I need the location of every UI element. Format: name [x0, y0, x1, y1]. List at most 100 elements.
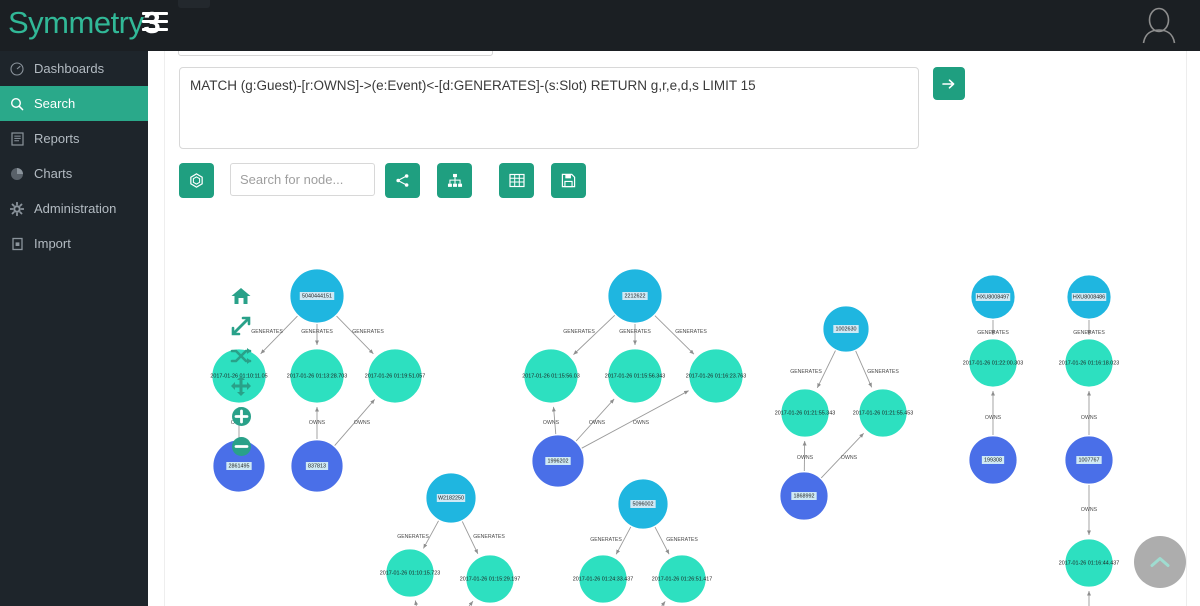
graph-edge-label: OWNS — [985, 415, 1002, 421]
graph-node-label: 5096002 — [633, 501, 654, 507]
node-search-input[interactable] — [230, 163, 375, 196]
graph-node[interactable]: 2017-01-26 01:10:15.723 — [380, 548, 441, 598]
graph-edge-label: GENERATES — [977, 330, 1009, 336]
sidebar-item-search[interactable]: Search — [0, 86, 148, 121]
shuffle-relayout-icon[interactable] — [227, 343, 255, 369]
graph-node[interactable]: 2017-01-26 01:22:00.303 — [963, 338, 1024, 388]
graph-node-label: 2017-01-26 01:13:28.703 — [287, 373, 348, 379]
graph-edge — [660, 601, 666, 606]
sidebar-item-dashboards[interactable]: Dashboards — [0, 51, 148, 86]
graph-node[interactable]: 2017-01-26 01:16:44.437 — [1059, 538, 1120, 588]
graph-node[interactable]: 2017-01-26 01:21:55.343 — [775, 388, 836, 438]
hamburger-bar — [142, 12, 168, 15]
home-reset-icon[interactable] — [227, 283, 255, 309]
graph-node-label: 2017-01-26 01:21:55.343 — [775, 410, 836, 416]
sitemap-icon — [447, 173, 462, 187]
graph-node[interactable]: HXU8008486 — [1066, 274, 1112, 320]
graph-node[interactable]: 1002630 — [822, 305, 870, 353]
dashboard-icon — [0, 61, 34, 76]
graph-node[interactable]: 2017-01-26 01:13:28.703 — [287, 348, 348, 404]
save-button[interactable] — [551, 163, 586, 198]
sidebar-item-label: Administration — [34, 201, 117, 216]
graph-view-button[interactable] — [179, 163, 214, 198]
table-view-button[interactable] — [499, 163, 534, 198]
brand-primary-text: Symmetry — [8, 5, 144, 40]
share-button[interactable] — [385, 163, 420, 198]
scroll-to-top-button[interactable] — [1134, 536, 1186, 588]
run-query-button[interactable] — [933, 67, 965, 100]
graph-edge-label: GENERATES — [352, 329, 384, 335]
import-icon — [0, 237, 34, 251]
zoom-out-icon[interactable] — [227, 433, 255, 459]
graph-node[interactable]: 2017-01-26 01:15:56.343 — [605, 348, 666, 404]
cypher-query-input[interactable]: MATCH (g:Guest)-[r:OWNS]->(e:Event)<-[d:… — [179, 67, 919, 149]
graph-node[interactable]: 2017-01-26 01:26:51.417 — [652, 554, 713, 604]
graph-edge-label: OWNS — [633, 420, 650, 426]
graph-node-label: 1007767 — [1079, 457, 1100, 463]
graph-node[interactable]: W2182250 — [425, 472, 477, 524]
graph-node[interactable]: 2017-01-26 01:15:29.197 — [460, 554, 521, 604]
graph-node-label: 1002630 — [836, 326, 857, 332]
graph-node[interactable]: 1868992 — [779, 471, 829, 521]
app-brand-logo[interactable]: Symmetry3 — [8, 4, 161, 42]
graph-node[interactable]: 837813 — [290, 439, 344, 493]
graph-edge-label: OWNS — [309, 420, 326, 426]
graph-node[interactable]: 199308 — [968, 435, 1018, 485]
graph-node-label: 2017-01-26 01:24:33.437 — [573, 576, 634, 582]
graph-node[interactable]: 1996202 — [531, 434, 585, 488]
graph-visualization-canvas[interactable]: GENERATES GENERATES GENERATES OWNS OWNS OWNS G… — [179, 211, 1187, 606]
zoom-in-icon[interactable] — [227, 403, 255, 429]
graph-node[interactable]: 2017-01-26 01:16:18.023 — [1059, 338, 1120, 388]
graph-node[interactable]: 5096002 — [617, 478, 669, 530]
sidebar-item-reports[interactable]: Reports — [0, 121, 148, 156]
graph-node-label: 2017-01-26 01:15:56.343 — [605, 373, 666, 379]
share-nodes-icon — [396, 174, 409, 187]
graph-node-label: 5040444151 — [302, 293, 332, 299]
graph-node-label: 2017-01-26 01:16:44.437 — [1059, 560, 1120, 566]
sidebar-item-import[interactable]: Import — [0, 226, 148, 261]
hierarchy-button[interactable] — [437, 163, 472, 198]
graph-node-label: W2182250 — [438, 495, 464, 501]
graph-edge-label: GENERATES — [473, 534, 505, 540]
sidebar-item-label: Reports — [34, 131, 80, 146]
graph-node[interactable]: 2017-01-26 01:15:56.03 — [522, 348, 580, 404]
expand-fullscreen-icon[interactable] — [227, 313, 255, 339]
sidebar-item-charts[interactable]: Charts — [0, 156, 148, 191]
graph-edge-label: GENERATES — [590, 537, 622, 543]
graph-node[interactable]: 1007767 — [1064, 435, 1114, 485]
graph-edge-label: GENERATES — [867, 369, 899, 375]
sidebar-item-administration[interactable]: Administration — [0, 191, 148, 226]
search-panel: MATCH (g:Guest)-[r:OWNS]->(e:Event)<-[d:… — [164, 51, 1187, 606]
chevron-up-icon — [1150, 557, 1170, 567]
graph-node[interactable]: 2017-01-26 01:19:51.057 — [365, 348, 426, 404]
graph-edge-label: OWNS — [354, 420, 371, 426]
graph-node[interactable]: 2017-01-26 01:24:33.437 — [573, 554, 634, 604]
left-sidebar-nav: Dashboards Search Reports Charts Administrat… — [0, 51, 148, 606]
sidebar-item-label: Import — [34, 236, 71, 251]
graph-node-label: 199308 — [984, 457, 1002, 463]
sidebar-item-label: Search — [34, 96, 76, 111]
graph-edge-label: GENERATES — [1073, 330, 1105, 336]
graph-edge-label: GENERATES — [790, 369, 822, 375]
table-grid-icon — [508, 173, 525, 188]
graph-node-label: 1868992 — [794, 493, 815, 499]
graph-node[interactable]: 2017-01-26 01:16:23.763 — [686, 348, 747, 404]
graph-node-label: 2017-01-26 01:15:29.197 — [460, 576, 521, 582]
graph-edge-label: OWNS — [589, 420, 606, 426]
graph-node[interactable]: 5040444151 — [289, 268, 345, 324]
graph-node-label: 837813 — [308, 463, 326, 469]
hamburger-menu-icon[interactable] — [142, 12, 168, 34]
graph-node-label: 2212622 — [625, 293, 646, 299]
graph-node-label: 2017-01-26 01:15:56.03 — [522, 373, 580, 379]
pan-move-icon[interactable] — [227, 373, 255, 399]
gear-icon — [0, 201, 34, 216]
main-content-area: MATCH (g:Guest)-[r:OWNS]->(e:Event)<-[d:… — [148, 51, 1200, 606]
pie-chart-icon — [0, 167, 34, 181]
hamburger-bar — [142, 20, 168, 23]
graph-node[interactable]: HXU8008497 — [970, 274, 1016, 320]
graph-node-label: HXU8008486 — [1073, 294, 1105, 300]
user-avatar-icon[interactable] — [1136, 3, 1182, 47]
graph-node[interactable]: 2212622 — [607, 268, 663, 324]
graph-edge — [414, 600, 419, 606]
graph-node[interactable]: 2017-01-26 01:21:55.453 — [853, 388, 914, 438]
